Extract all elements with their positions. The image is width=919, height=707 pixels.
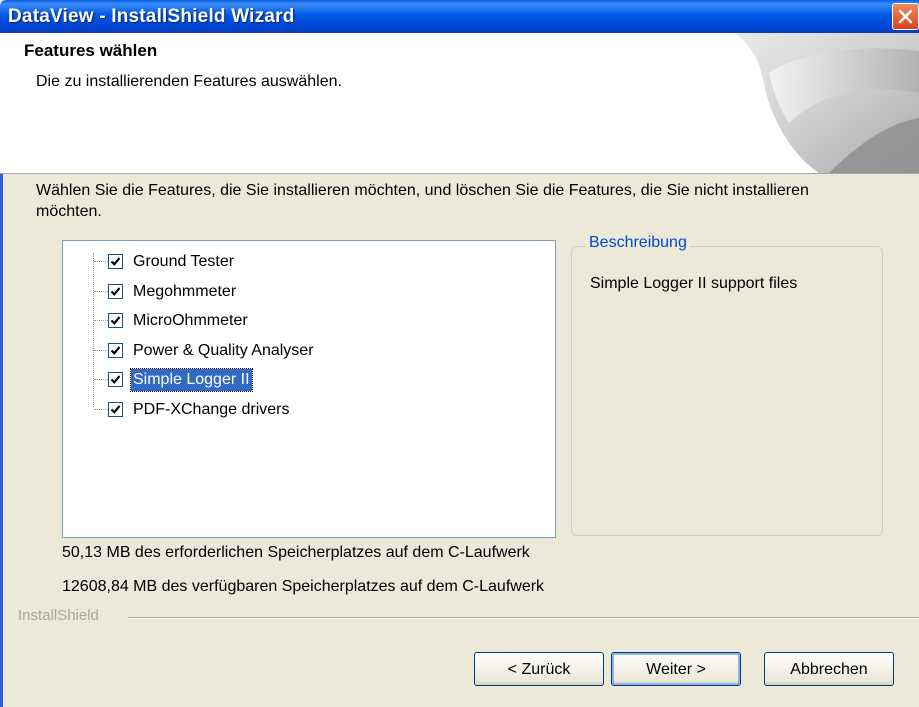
- feature-label[interactable]: Power & Quality Analyser: [131, 340, 316, 362]
- description-text: Simple Logger II support files: [590, 275, 798, 292]
- disk-space-available: 12608,84 MB des verfügbaren Speicherplat…: [62, 578, 545, 595]
- brand-divider: [128, 617, 919, 619]
- description-legend: Beschreibung: [586, 234, 690, 252]
- tree-branch-line: [94, 261, 108, 262]
- title-bar[interactable]: DataView - InstallShield Wizard: [0, 0, 919, 33]
- page-title: Features wählen: [24, 41, 158, 60]
- feature-checkbox[interactable]: [108, 342, 123, 358]
- feature-checkbox[interactable]: [108, 254, 123, 269]
- instructions-text: Wählen Sie die Features, die Sie install…: [36, 182, 809, 220]
- feature-checkbox[interactable]: [108, 372, 123, 387]
- checkmark-icon: [110, 257, 121, 266]
- close-button[interactable]: [892, 3, 919, 30]
- next-button[interactable]: Weiter >: [611, 652, 741, 686]
- left-border-accent: [0, 174, 3, 707]
- checkmark-icon: [110, 286, 121, 296]
- tree-connector-line: [93, 253, 94, 407]
- wizard-header: Features wählen Die zu installierenden F…: [0, 33, 919, 174]
- installshield-brand: InstallShield: [18, 607, 99, 624]
- feature-label[interactable]: Megohmmeter: [131, 281, 238, 303]
- tree-branch-line: [94, 379, 108, 380]
- checkmark-icon: [110, 375, 121, 384]
- tree-branch-line: [94, 408, 108, 410]
- wizard-decoration-graphic: [734, 33, 919, 173]
- tree-branch-line: [94, 349, 108, 351]
- cancel-button[interactable]: Abbrechen: [764, 652, 894, 686]
- checkmark-icon: [110, 345, 121, 355]
- disk-space-required: 50,13 MB des erforderlichen Speicherplat…: [62, 544, 530, 561]
- feature-checkbox[interactable]: [108, 401, 123, 417]
- feature-label[interactable]: Simple Logger II: [130, 368, 253, 392]
- back-button[interactable]: < Zurück: [474, 652, 604, 686]
- tree-branch-line: [94, 290, 108, 292]
- feature-label[interactable]: Ground Tester: [131, 251, 236, 273]
- checkmark-icon: [110, 316, 121, 325]
- feature-checkbox[interactable]: [108, 313, 123, 328]
- feature-checkbox[interactable]: [108, 283, 123, 299]
- feature-tree[interactable]: Ground Tester Megohmmeter MicroOhmmeter Pow…: [62, 240, 556, 538]
- page-subtitle: Die zu installierenden Features auswähle…: [36, 73, 342, 90]
- close-icon: [898, 9, 913, 24]
- window-title: DataView - InstallShield Wizard: [8, 6, 295, 27]
- checkmark-icon: [110, 404, 121, 414]
- feature-label[interactable]: MicroOhmmeter: [131, 310, 250, 332]
- feature-label[interactable]: PDF-XChange drivers: [131, 399, 292, 421]
- tree-branch-line: [94, 320, 108, 321]
